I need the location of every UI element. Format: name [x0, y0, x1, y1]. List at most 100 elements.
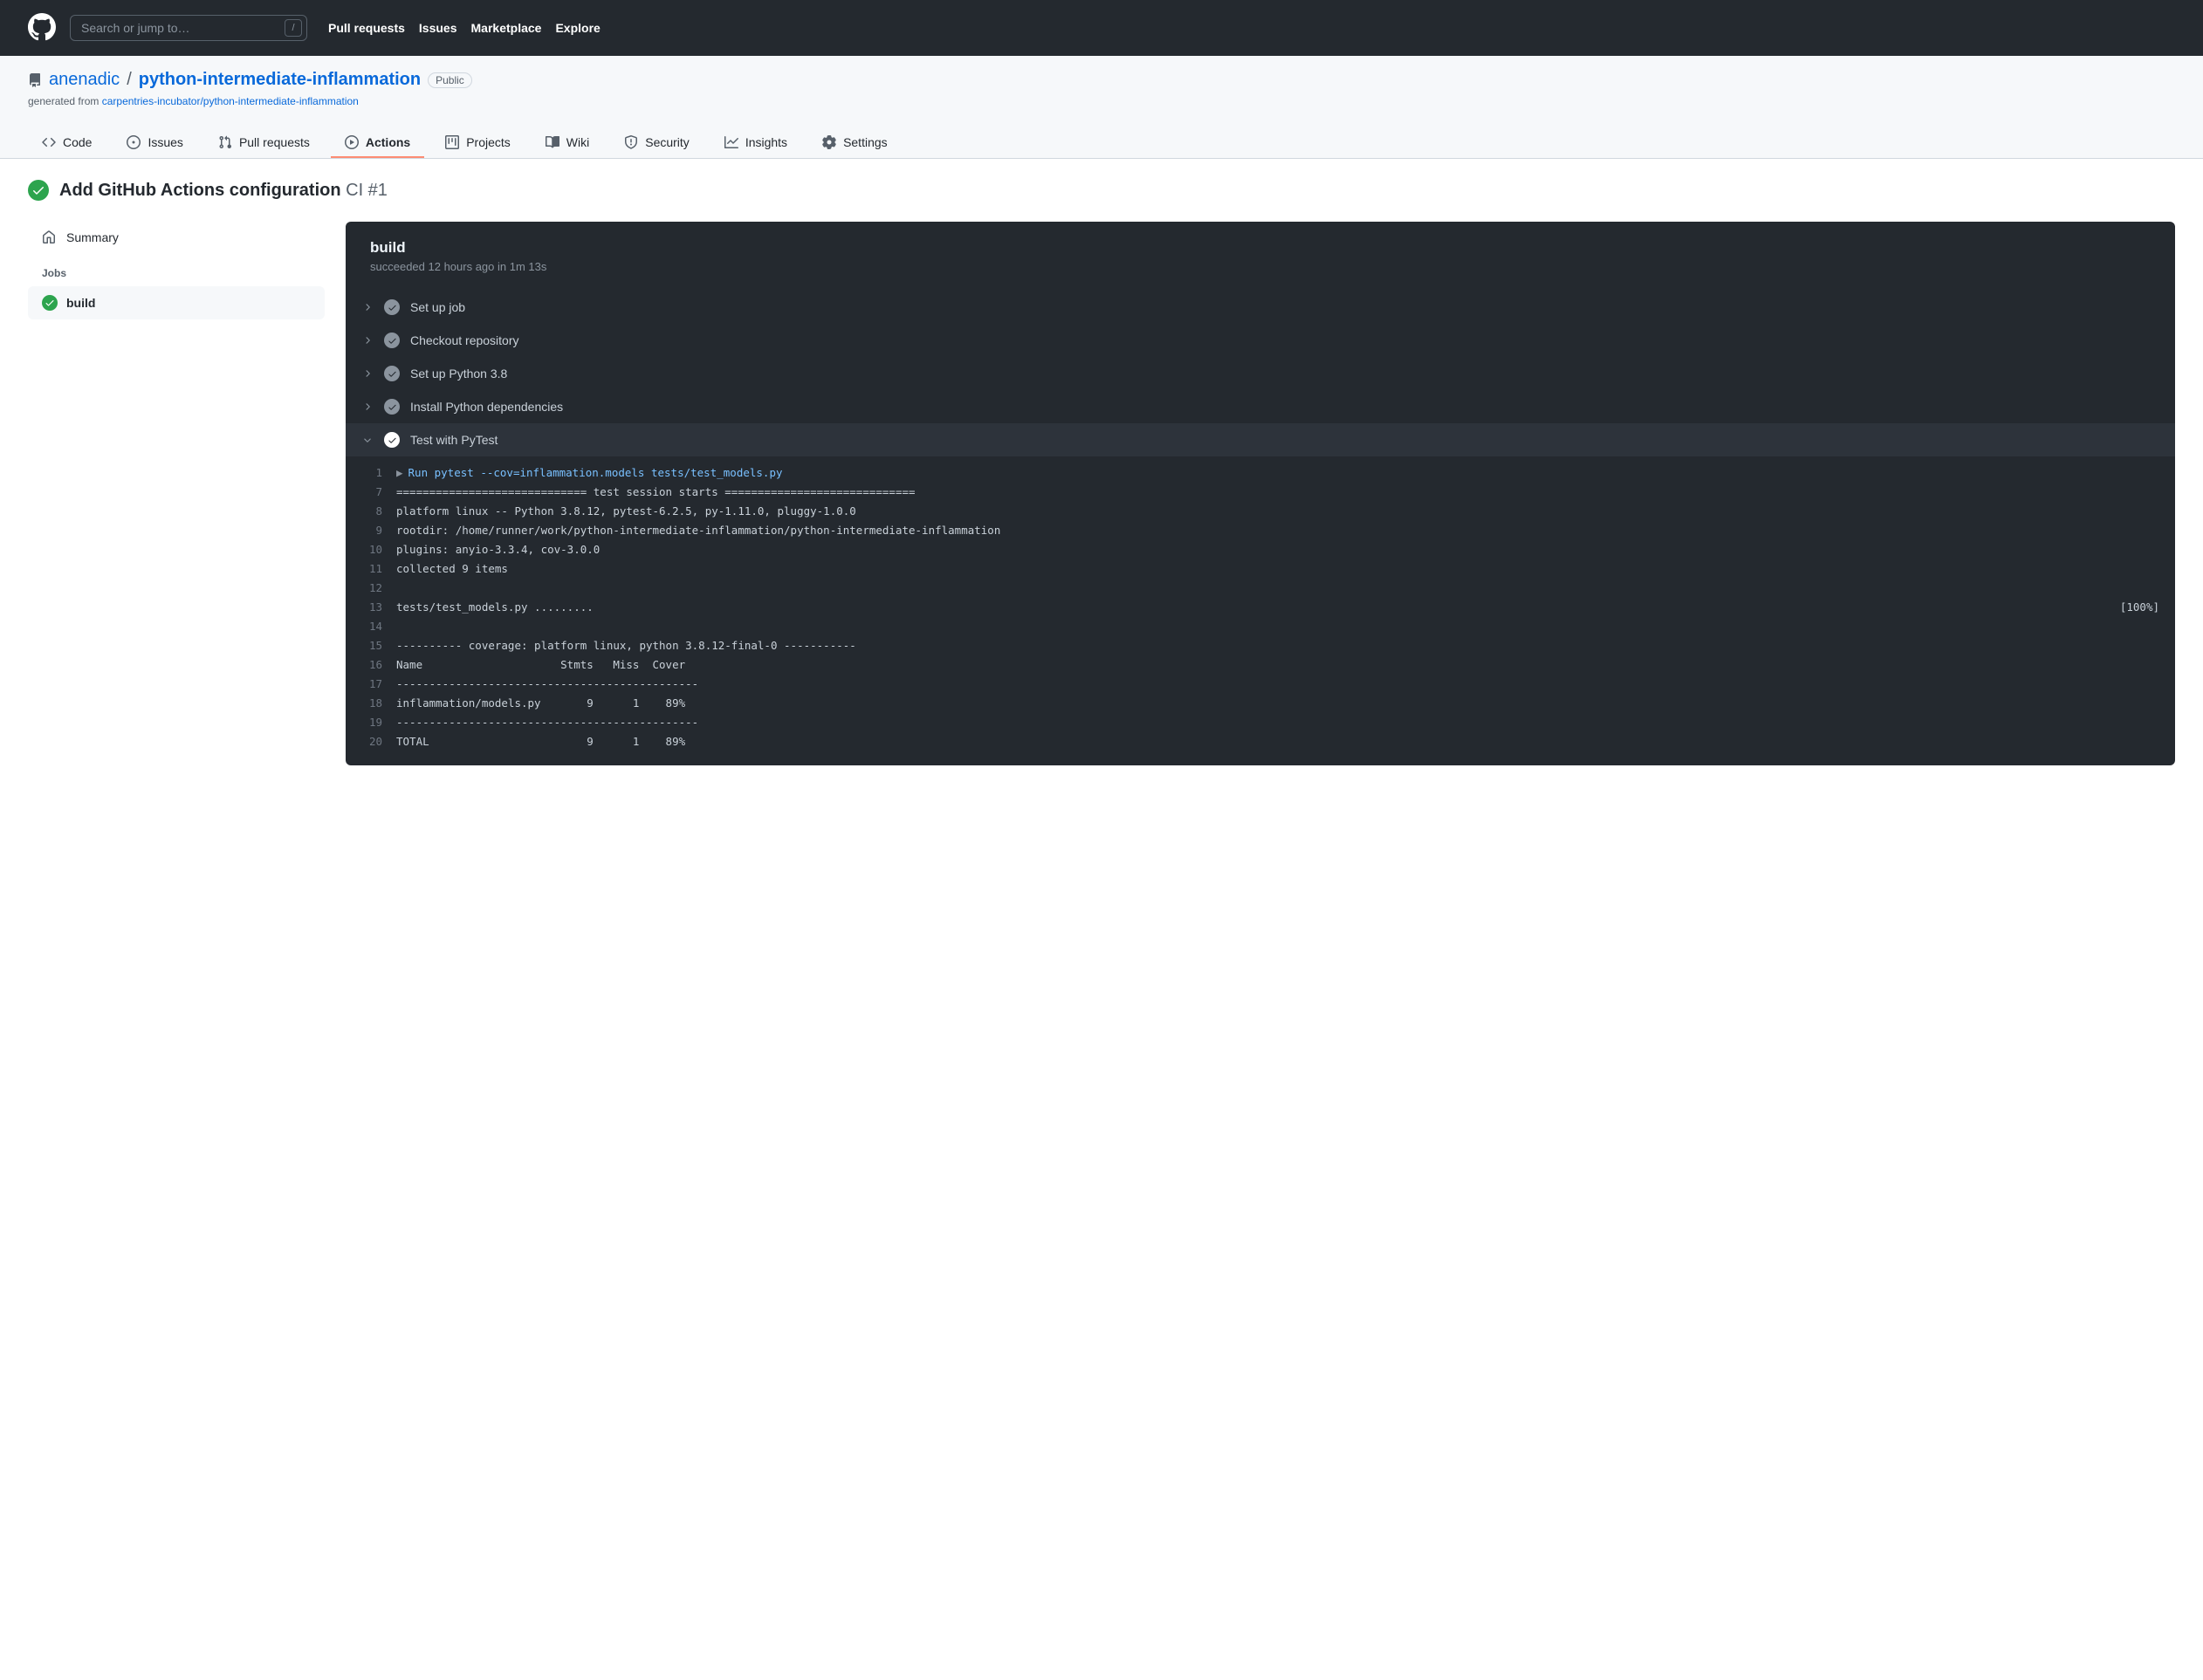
repo-owner-link[interactable]: anenadic: [49, 70, 120, 90]
log-line-number: 1: [361, 464, 396, 482]
tab-security[interactable]: Security: [610, 128, 703, 158]
log-line: 13tests/test_models.py .........[100%]: [346, 598, 2175, 617]
log-line-text: ---------- coverage: platform linux, pyt…: [396, 637, 2159, 655]
run-sidebar: Summary Jobs build: [28, 222, 325, 765]
log-line-number: 10: [361, 541, 396, 559]
log-line: 18inflammation/models.py 9 1 89%: [346, 694, 2175, 713]
chevron-down-icon: [361, 434, 374, 446]
step-checkout[interactable]: Checkout repository: [346, 324, 2175, 357]
page-title: Add GitHub Actions configuration CI #1: [28, 180, 2175, 201]
tab-insights[interactable]: Insights: [710, 128, 801, 158]
run-layout: Summary Jobs build build succeeded 12 ho…: [28, 222, 2175, 765]
shield-icon: [624, 135, 638, 149]
tab-code[interactable]: Code: [28, 128, 106, 158]
log-line: 19--------------------------------------…: [346, 713, 2175, 732]
log-line-text: ▶Run pytest --cov=inflammation.models te…: [396, 464, 2159, 482]
check-icon: [384, 299, 400, 315]
run-panel: build succeeded 12 hours ago in 1m 13s S…: [346, 222, 2175, 765]
log-line-text: rootdir: /home/runner/work/python-interm…: [396, 522, 2159, 539]
visibility-badge: Public: [428, 72, 472, 88]
check-icon: [384, 366, 400, 381]
run-status-icon: [28, 180, 49, 201]
search-box: /: [70, 15, 307, 41]
tab-pull-requests[interactable]: Pull requests: [204, 128, 324, 158]
check-icon: [384, 333, 400, 348]
panel-job-name: build: [370, 239, 2151, 257]
log-line-text: inflammation/models.py 9 1 89%: [396, 695, 2159, 712]
nav-pull-requests[interactable]: Pull requests: [328, 21, 405, 35]
code-icon: [42, 135, 56, 149]
repo-tabs: Code Issues Pull requests Actions Projec…: [28, 128, 2175, 158]
check-icon: [384, 432, 400, 448]
step-setup-python[interactable]: Set up Python 3.8: [346, 357, 2175, 390]
log-line: 9rootdir: /home/runner/work/python-inter…: [346, 521, 2175, 540]
log-line-number: 19: [361, 714, 396, 731]
repo-header: anenadic / python-intermediate-inflammat…: [0, 56, 2203, 159]
nav-explore[interactable]: Explore: [555, 21, 600, 35]
log-line: 12: [346, 579, 2175, 598]
jobs-label: Jobs: [28, 253, 325, 286]
step-setup-job[interactable]: Set up job: [346, 291, 2175, 324]
log-line: 17--------------------------------------…: [346, 675, 2175, 694]
log-line: 14: [346, 617, 2175, 636]
log-line: 16Name Stmts Miss Cover: [346, 655, 2175, 675]
log-line-number: 13: [361, 599, 396, 616]
repo-icon: [28, 73, 42, 87]
repo-title: anenadic / python-intermediate-inflammat…: [28, 70, 2175, 90]
log-line-text: ============================= test sessi…: [396, 483, 2159, 501]
sidebar-summary[interactable]: Summary: [28, 222, 325, 253]
panel-status-line: succeeded 12 hours ago in 1m 13s: [370, 260, 2151, 273]
nav-issues[interactable]: Issues: [419, 21, 457, 35]
tab-wiki[interactable]: Wiki: [532, 128, 603, 158]
check-icon: [42, 295, 58, 311]
log-line-number: 18: [361, 695, 396, 712]
pull-request-icon: [218, 135, 232, 149]
tab-projects[interactable]: Projects: [431, 128, 525, 158]
log-line-number: 16: [361, 656, 396, 674]
generated-from-link[interactable]: carpentries-incubator/python-intermediat…: [102, 95, 359, 107]
generated-from: generated from carpentries-incubator/pyt…: [28, 95, 2175, 107]
log-line-text: [396, 618, 2159, 635]
log-line: 1▶Run pytest --cov=inflammation.models t…: [346, 463, 2175, 483]
log-output: 1▶Run pytest --cov=inflammation.models t…: [346, 456, 2175, 765]
log-line-number: 20: [361, 733, 396, 751]
step-install-deps[interactable]: Install Python dependencies: [346, 390, 2175, 423]
log-line-right: [100%]: [2103, 599, 2159, 616]
log-line-number: 11: [361, 560, 396, 578]
issues-icon: [127, 135, 141, 149]
tab-actions[interactable]: Actions: [331, 128, 424, 158]
home-icon: [42, 230, 56, 244]
log-line-text: Name Stmts Miss Cover: [396, 656, 2159, 674]
log-line-number: 7: [361, 483, 396, 501]
log-line-number: 14: [361, 618, 396, 635]
header-nav: Pull requests Issues Marketplace Explore: [328, 21, 601, 35]
log-line-text: tests/test_models.py .........: [396, 599, 2103, 616]
sidebar-job-build[interactable]: build: [28, 286, 325, 319]
gear-icon: [822, 135, 836, 149]
github-logo[interactable]: [28, 13, 56, 44]
log-line-number: 9: [361, 522, 396, 539]
chevron-right-icon: [361, 367, 374, 380]
chevron-right-icon: [361, 301, 374, 313]
log-line-number: 15: [361, 637, 396, 655]
global-header: / Pull requests Issues Marketplace Explo…: [0, 0, 2203, 56]
graph-icon: [724, 135, 738, 149]
log-line-text: plugins: anyio-3.3.4, cov-3.0.0: [396, 541, 2159, 559]
log-line: 10plugins: anyio-3.3.4, cov-3.0.0: [346, 540, 2175, 559]
projects-icon: [445, 135, 459, 149]
search-input[interactable]: [70, 15, 307, 41]
workflow-ref: CI #1: [346, 181, 388, 200]
chevron-right-icon: [361, 334, 374, 346]
step-test-pytest[interactable]: Test with PyTest: [346, 423, 2175, 456]
repo-name-link[interactable]: python-intermediate-inflammation: [139, 70, 421, 90]
log-line: 7============================= test sess…: [346, 483, 2175, 502]
book-icon: [546, 135, 559, 149]
tab-settings[interactable]: Settings: [808, 128, 902, 158]
log-line-text: ----------------------------------------…: [396, 675, 2159, 693]
nav-marketplace[interactable]: Marketplace: [471, 21, 542, 35]
log-line-text: TOTAL 9 1 89%: [396, 733, 2159, 751]
tab-issues[interactable]: Issues: [113, 128, 196, 158]
search-slash-hint: /: [285, 19, 302, 37]
repo-separator: /: [127, 70, 132, 90]
log-line-number: 8: [361, 503, 396, 520]
